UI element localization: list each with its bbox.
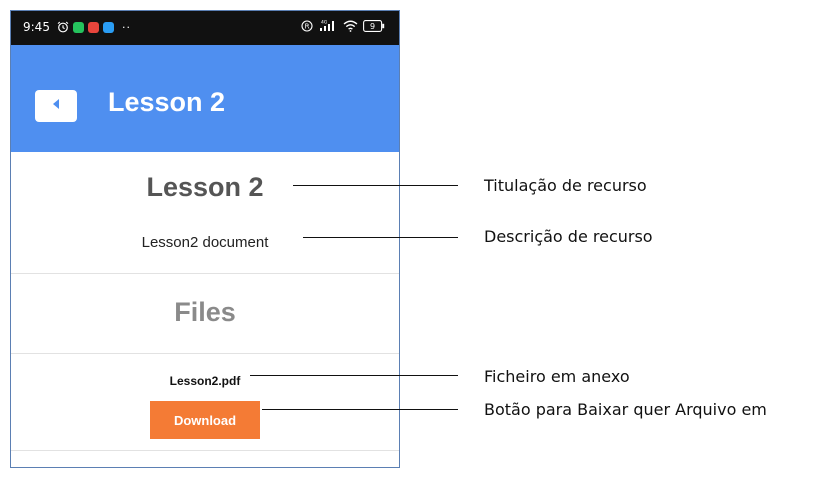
gmail-icon — [87, 21, 99, 33]
app-bar-title: Lesson 2 — [108, 87, 226, 117]
phone-screen: 9:45 ·· R 4G 9 Lesson 2 Lesson 2 Lesson2… — [10, 10, 400, 468]
status-time: 9:45 — [23, 20, 50, 34]
more-notifications: ·· — [121, 20, 131, 34]
divider — [11, 353, 399, 354]
callout-download-button: Botão para Baixar quer Arquivo em — [484, 400, 767, 419]
callout-resource-description: Descrição de recurso — [484, 227, 653, 246]
divider — [11, 450, 399, 451]
divider — [11, 273, 399, 274]
lesson-content: Lesson 2 Lesson2 document Files Lesson2.… — [11, 152, 399, 467]
whatsapp-icon — [72, 21, 84, 33]
back-icon — [51, 97, 61, 115]
svg-text:4G: 4G — [321, 20, 328, 26]
battery-icon: 9 — [363, 19, 385, 32]
download-button[interactable]: Download — [150, 401, 260, 439]
back-button[interactable] — [35, 90, 77, 122]
svg-text:9: 9 — [370, 22, 375, 31]
callout-line-file — [250, 375, 458, 376]
resource-title: Lesson 2 — [146, 172, 264, 202]
callout-resource-title: Titulação de recurso — [484, 176, 647, 195]
callout-line-description — [303, 237, 458, 238]
callout-line-title — [293, 185, 458, 186]
status-bar: 9:45 ·· R 4G 9 — [11, 11, 399, 45]
wifi-icon — [343, 20, 358, 32]
alarm-icon — [57, 21, 69, 33]
status-bar-right: R 4G 9 — [301, 19, 385, 32]
callout-attached-file: Ficheiro em anexo — [484, 367, 630, 386]
status-bar-left: 9:45 ·· — [23, 20, 131, 34]
signal-icon: 4G — [318, 19, 338, 32]
attached-file-name[interactable]: Lesson2.pdf — [11, 374, 399, 388]
app-bar: Lesson 2 — [11, 45, 399, 152]
nfc-icon: R — [301, 19, 313, 32]
callout-line-download — [262, 409, 458, 410]
svg-text:R: R — [305, 22, 310, 30]
files-section-title: Files — [174, 297, 236, 327]
app-icon — [102, 21, 114, 33]
annotated-screenshot: 9:45 ·· R 4G 9 Lesson 2 Lesson 2 Lesson2… — [0, 0, 831, 479]
